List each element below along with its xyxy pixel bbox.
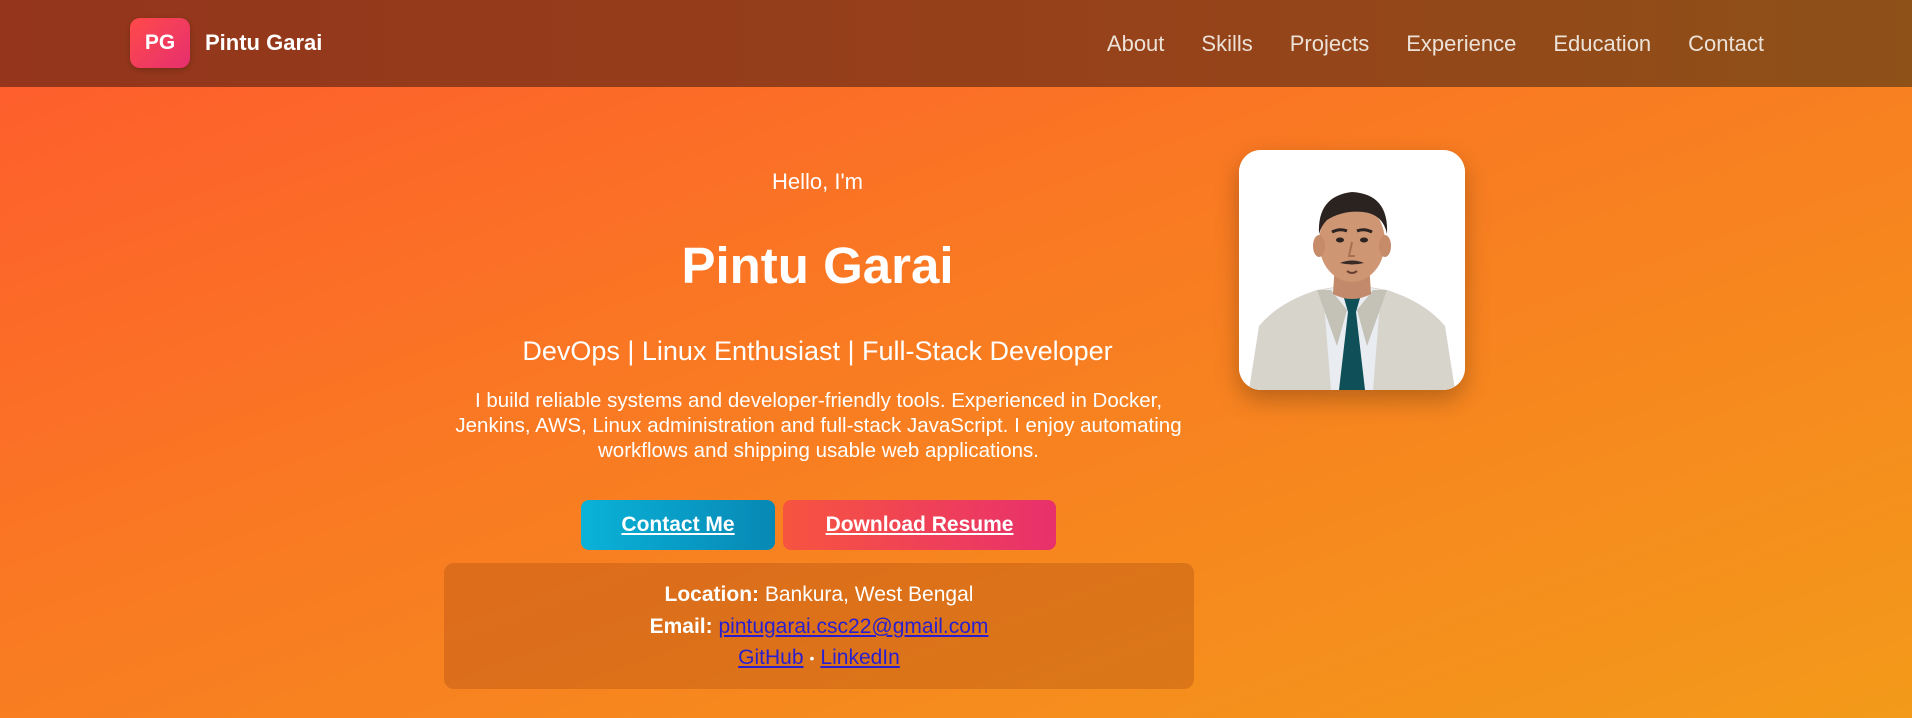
nav-link-projects[interactable]: Projects — [1290, 31, 1369, 57]
location-row: Location: Bankura, West Bengal — [444, 583, 1194, 607]
logo-badge[interactable]: PG — [130, 18, 190, 68]
separator-dot: • — [809, 650, 815, 667]
github-link[interactable]: GitHub — [738, 646, 803, 669]
contact-me-button[interactable]: Contact Me — [581, 500, 775, 550]
nav-link-contact[interactable]: Contact — [1688, 31, 1764, 57]
nav-links: About Skills Projects Experience Educati… — [1107, 31, 1764, 57]
email-label: Email: — [649, 615, 713, 638]
location-value: Bankura, West Bengal — [764, 583, 974, 606]
nav-link-skills[interactable]: Skills — [1201, 31, 1252, 57]
download-resume-button[interactable]: Download Resume — [783, 500, 1056, 550]
profile-photo — [1239, 150, 1465, 390]
contact-info-card: Location: Bankura, West Bengal Email: pi… — [444, 563, 1194, 689]
hero-bio: I build reliable systems and developer-f… — [455, 389, 1182, 462]
nav-link-education[interactable]: Education — [1553, 31, 1651, 57]
linkedin-link[interactable]: LinkedIn — [820, 646, 899, 669]
email-link[interactable]: pintugarai.csc22@gmail.com — [718, 615, 988, 638]
profile-portrait-illustration — [1239, 150, 1465, 390]
nav-link-about[interactable]: About — [1107, 31, 1165, 57]
email-row: Email: pintugarai.csc22@gmail.com — [444, 615, 1194, 639]
hero-greeting: Hello, I'm — [772, 169, 863, 194]
hero-tagline: DevOps | Linux Enthusiast | Full-Stack D… — [522, 336, 1113, 366]
nav-link-experience[interactable]: Experience — [1406, 31, 1516, 57]
top-navbar: PG Pintu Garai About Skills Projects Exp… — [0, 0, 1912, 87]
hero-name: Pintu Garai — [681, 237, 954, 294]
social-links-row: GitHub • LinkedIn — [444, 646, 1194, 670]
location-label: Location: — [664, 583, 760, 606]
brand-name[interactable]: Pintu Garai — [205, 30, 322, 56]
